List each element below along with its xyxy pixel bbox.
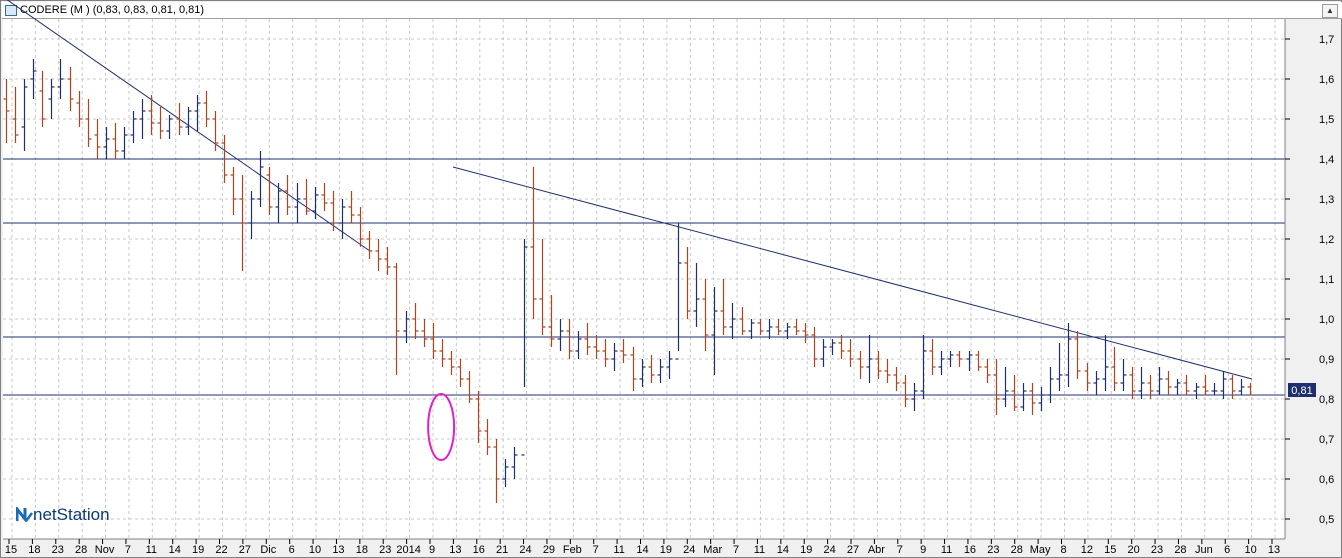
- x-tick-label: 27: [847, 544, 859, 556]
- y-tick-label: 0,6: [1319, 474, 1334, 486]
- x-tick-label: 9: [920, 544, 926, 556]
- y-tick-label: 0,7: [1319, 434, 1334, 446]
- x-tick-label: 6: [289, 544, 295, 556]
- x-tick-label: 12: [1081, 544, 1093, 556]
- x-tick-label: 29: [543, 544, 555, 556]
- x-tick-label: 13: [449, 544, 461, 556]
- x-tick-label: 10: [309, 544, 321, 556]
- x-tick-label: 7: [733, 544, 739, 556]
- x-tick-label: 14: [169, 544, 181, 556]
- y-tick-label: 1,0: [1319, 314, 1334, 326]
- x-tick-label: 11: [754, 544, 765, 556]
- y-tick-label: 1,1: [1319, 274, 1334, 286]
- x-axis-ticks: 15 18 23 28 Nov 7 11 14 19 22 27 Dic 6 10 13 18 23 2014 9 1…: [5, 539, 1280, 556]
- x-tick-label: 11: [613, 544, 624, 556]
- x-tick-label: 16: [473, 544, 485, 556]
- x-tick-label: 27: [239, 544, 251, 556]
- price-label: 0,81: [1288, 383, 1316, 397]
- x-tick-label: 8: [1060, 544, 1066, 556]
- x-tick-label: 13: [1268, 544, 1280, 556]
- x-tick-label: 7: [125, 544, 131, 556]
- x-tick-label: 18: [28, 544, 40, 556]
- x-tick-label: 6: [1224, 544, 1230, 556]
- x-tick-label: 15: [5, 544, 17, 556]
- x-tick-label: May: [1030, 544, 1051, 556]
- x-tick-label: Jun: [1195, 544, 1213, 556]
- price-label-text: 0,81: [1291, 385, 1312, 397]
- x-tick-label: 23: [379, 544, 391, 556]
- x-tick-label: 28: [1011, 544, 1023, 556]
- x-tick-label: 24: [519, 544, 531, 556]
- x-tick-label: Mar: [703, 544, 722, 556]
- x-tick-label: Nov: [95, 544, 115, 556]
- netstation-logo: netStation: [15, 504, 110, 525]
- y-tick-label: 0,5: [1319, 514, 1334, 526]
- x-tick-label: 11: [146, 544, 157, 556]
- x-tick-label: 2014: [396, 544, 420, 556]
- y-tick-label: 1,2: [1319, 234, 1334, 246]
- x-tick-label: 16: [964, 544, 976, 556]
- logo-text: netStation: [33, 505, 110, 524]
- x-tick-label: 23: [987, 544, 999, 556]
- x-tick-label: 13: [332, 544, 344, 556]
- y-tick-label: 1,5: [1319, 114, 1334, 126]
- x-tick-label: 19: [192, 544, 204, 556]
- x-tick-label: 7: [593, 544, 599, 556]
- x-tick-label: 21: [496, 544, 508, 556]
- x-tick-label: 23: [1151, 544, 1163, 556]
- logo-icon: [15, 504, 33, 524]
- x-tick-label: 14: [636, 544, 648, 556]
- x-tick-label: Feb: [563, 544, 582, 556]
- x-tick-label: 19: [800, 544, 812, 556]
- x-tick-label: 9: [429, 544, 435, 556]
- x-tick-label: 28: [1174, 544, 1186, 556]
- x-tick-label: 10: [1244, 544, 1256, 556]
- x-tick-label: Dic: [260, 544, 276, 556]
- y-tick-label: 1,4: [1319, 154, 1334, 166]
- x-tick-label: 14: [777, 544, 789, 556]
- y-tick-label: 0,8: [1319, 394, 1334, 406]
- x-tick-label: 20: [1128, 544, 1140, 556]
- x-tick-label: 15: [1104, 544, 1116, 556]
- x-tick-label: 28: [75, 544, 87, 556]
- x-tick-label: 7: [897, 544, 903, 556]
- y-tick-label: 1,6: [1319, 74, 1334, 86]
- x-tick-label: Abr: [868, 544, 885, 556]
- x-tick-label: 19: [660, 544, 672, 556]
- price-chart: 0,50,60,70,80,91,01,11,21,31,41,51,61,7 …: [3, 0, 1334, 556]
- y-tick-label: 0,9: [1319, 354, 1334, 366]
- x-tick-label: 23: [52, 544, 64, 556]
- x-tick-label: 22: [215, 544, 227, 556]
- x-tick-label: 24: [683, 544, 695, 556]
- x-tick-label: 18: [356, 544, 368, 556]
- x-tick-label: 24: [823, 544, 835, 556]
- x-tick-label: 11: [941, 544, 952, 556]
- y-tick-label: 1,7: [1319, 34, 1334, 46]
- y-axis-ticks: 0,5 0,6 0,7 0,8 0,9 1,0 1,1 1,2 1,3 1,4 1,5 1,6 1,7: [1285, 34, 1334, 526]
- y-tick-label: 1,3: [1319, 194, 1334, 206]
